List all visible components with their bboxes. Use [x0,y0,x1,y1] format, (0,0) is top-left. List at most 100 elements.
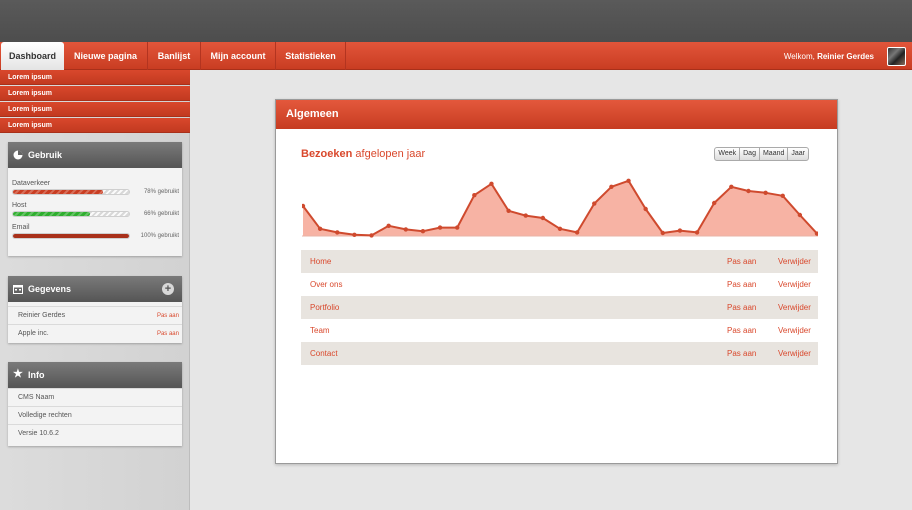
chart-point-4[interactable] [369,233,374,238]
chart-point-10[interactable] [472,193,477,198]
add-icon[interactable]: + [162,283,174,295]
gegevens-panel-header: Gegevens + [8,276,182,302]
welcome-prefix: Welkom, [783,52,815,61]
chart-point-12[interactable] [506,208,511,213]
page-name-link[interactable]: Over ons [310,273,342,296]
pages-table: Home Pas aan Verwijder Over ons Pas aan … [301,250,818,365]
chart-point-27[interactable] [763,190,768,195]
usage-percent: 66% gebruikt [143,211,179,217]
gegevens-row-label: Apple inc. [18,330,49,337]
chart-point-2[interactable] [335,230,340,235]
page-name-link[interactable]: Team [310,319,330,342]
chart-point-28[interactable] [780,193,785,198]
delete-link[interactable]: Verwijder [778,342,811,365]
chart-point-18[interactable] [609,184,614,189]
pie-chart-icon [13,150,23,160]
table-row: Portfolio Pas aan Verwijder [301,296,818,319]
edit-link[interactable]: Pas aan [727,319,756,342]
chart-point-6[interactable] [403,227,408,232]
chart-point-14[interactable] [540,215,546,221]
chart-point-20[interactable] [643,206,648,212]
info-panel: ★ Info CMS Naam Volledige rechten Versie… [8,362,182,446]
sidebar-link-3[interactable]: Lorem ipsum [0,102,190,117]
chart-point-16[interactable] [574,230,580,235]
chart-point-15[interactable] [557,226,563,231]
chart-point-19[interactable] [626,178,631,183]
usage-percent: 100% gebruikt [140,233,179,239]
tab-dashboard[interactable]: Dashboard [1,42,64,70]
usage-label: Dataverkeer [12,180,51,187]
info-panel-header: ★ Info [8,362,182,388]
sidebar-link-2[interactable]: Lorem ipsum [0,86,190,101]
algemeen-panel-header: Algemeen [276,100,837,129]
edit-link[interactable]: Pas aan [157,325,179,343]
welcome-user-name[interactable]: Reinier Gerdes [817,52,874,61]
usage-panel-title: Gebruik [28,150,63,160]
chart-point-1[interactable] [317,226,323,231]
delete-link[interactable]: Verwijder [778,273,811,296]
delete-link[interactable]: Verwijder [778,296,811,319]
table-row: Over ons Pas aan Verwijder [301,273,818,296]
tab-banlijst[interactable]: Banlijst [148,42,201,70]
edit-link[interactable]: Pas aan [157,307,179,325]
table-row: Team Pas aan Verwijder [301,319,818,342]
tab-mijn-account[interactable]: Mijn account [201,42,276,70]
chart-title-rest: afgelopen jaar [355,148,426,160]
chart-point-21[interactable] [660,230,665,236]
range-jaar-button[interactable]: Jaar [788,148,808,160]
chart-point-24[interactable] [712,200,717,206]
table-row: Contact Pas aan Verwijder [301,342,818,365]
usage-panel: Gebruik Dataverkeer 78% gebruikt Host 66… [8,142,182,256]
chart-point-17[interactable] [592,201,597,206]
usage-label: Email [12,224,30,231]
gegevens-row: Reinier Gerdes Pas aan [8,306,182,324]
usage-panel-header: Gebruik [8,142,182,168]
info-row: CMS Naam [8,388,182,406]
sidebar-link-4[interactable]: Lorem ipsum [0,118,190,133]
chart-point-22[interactable] [677,228,683,233]
tab-statistieken[interactable]: Statistieken [276,42,346,70]
visits-chart [302,178,818,238]
chart-point-9[interactable] [455,225,460,230]
usage-label: Host [12,202,27,209]
chart-point-26[interactable] [746,188,751,194]
range-maand-button[interactable]: Maand [760,148,789,160]
avatar[interactable] [887,47,906,66]
star-icon: ★ [13,368,23,380]
range-dag-button[interactable]: Dag [740,148,760,160]
table-row: Home Pas aan Verwijder [301,250,818,273]
algemeen-panel: Algemeen Bezoeken afgelopen jaar Week Da… [275,99,838,464]
edit-link[interactable]: Pas aan [727,342,756,365]
usage-row-host: Host 66% gebruikt [8,200,182,222]
delete-link[interactable]: Verwijder [778,250,811,273]
tab-nieuwe-pagina[interactable]: Nieuwe pagina [64,42,148,70]
usage-progress-bar [12,189,130,195]
chart-point-23[interactable] [694,230,700,235]
chart-point-3[interactable] [352,232,357,237]
delete-link[interactable]: Verwijder [778,319,811,342]
gegevens-panel: Gegevens + Reinier Gerdes Pas aan Apple … [8,276,182,343]
info-panel-title: Info [28,370,45,380]
calendar-icon [13,284,23,294]
page-name-link[interactable]: Contact [310,342,338,365]
chart-title: Bezoeken afgelopen jaar [301,148,425,160]
edit-link[interactable]: Pas aan [727,250,756,273]
chart-point-29[interactable] [797,212,803,218]
usage-progress-bar [12,233,130,239]
chart-point-7[interactable] [420,229,426,234]
chart-point-5[interactable] [386,223,391,228]
edit-link[interactable]: Pas aan [727,273,756,296]
gegevens-row-label: Reinier Gerdes [18,312,66,319]
chart-point-25[interactable] [729,184,734,189]
page-name-link[interactable]: Home [310,250,331,273]
page-name-link[interactable]: Portfolio [310,296,339,319]
sidebar: Lorem ipsum Lorem ipsum Lorem ipsum Lore… [0,70,190,510]
sidebar-link-1[interactable]: Lorem ipsum [0,70,190,85]
chart-point-11[interactable] [489,181,494,186]
chart-point-8[interactable] [437,225,443,230]
chart-point-13[interactable] [523,213,528,218]
edit-link[interactable]: Pas aan [727,296,756,319]
main-navbar: Dashboard Nieuwe pagina Banlijst Mijn ac… [0,42,912,70]
range-week-button[interactable]: Week [715,148,741,160]
usage-row-email: Email 100% gebruikt [8,222,182,244]
